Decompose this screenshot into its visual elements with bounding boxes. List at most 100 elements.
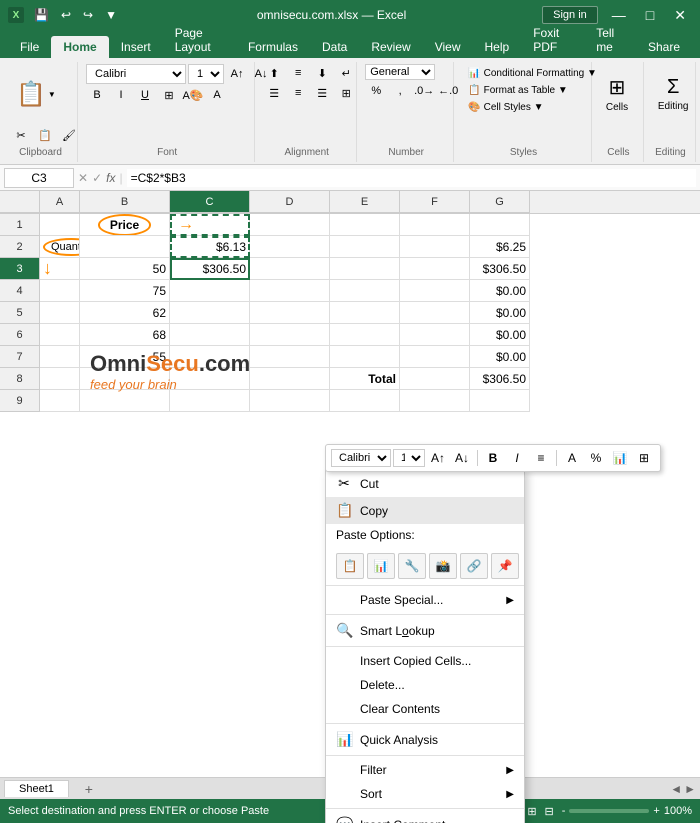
align-bottom-btn[interactable]: ⬇ bbox=[311, 64, 333, 82]
cut-button[interactable]: ✂ bbox=[10, 126, 32, 144]
cell-c6[interactable] bbox=[170, 324, 250, 346]
mt-font-color-btn[interactable]: A bbox=[561, 448, 583, 468]
mt-bold-btn[interactable]: B bbox=[482, 448, 504, 468]
cell-f4[interactable] bbox=[400, 280, 470, 302]
mt-align-btn[interactable]: ≡ bbox=[530, 448, 552, 468]
cell-d3[interactable] bbox=[250, 258, 330, 280]
cell-c3[interactable]: $306.50 bbox=[170, 258, 250, 280]
cell-d8[interactable] bbox=[250, 368, 330, 390]
align-center-btn[interactable]: ≡ bbox=[287, 84, 309, 102]
context-cut[interactable]: ✂ Cut bbox=[326, 470, 524, 497]
mt-font-select[interactable]: Calibri bbox=[331, 449, 391, 467]
fill-color-button[interactable]: A🎨 bbox=[182, 86, 204, 104]
row-header-3[interactable]: 3 bbox=[0, 258, 40, 280]
context-filter[interactable]: Filter ▶ bbox=[326, 758, 524, 782]
tab-tell-me[interactable]: Tell me bbox=[584, 22, 636, 58]
save-btn[interactable]: 💾 bbox=[30, 6, 53, 24]
bold-button[interactable]: B bbox=[86, 86, 108, 104]
cell-a5[interactable] bbox=[40, 302, 80, 324]
tab-share[interactable]: Share bbox=[636, 36, 692, 58]
cell-f1[interactable] bbox=[400, 214, 470, 236]
cell-e5[interactable] bbox=[330, 302, 400, 324]
paste-icon-5[interactable]: 🔗 bbox=[460, 553, 488, 579]
cell-d4[interactable] bbox=[250, 280, 330, 302]
cell-e3[interactable] bbox=[330, 258, 400, 280]
cell-b2[interactable] bbox=[80, 236, 170, 258]
cell-f2[interactable] bbox=[400, 236, 470, 258]
font-color-button[interactable]: A bbox=[206, 86, 228, 104]
cell-g1[interactable] bbox=[470, 214, 530, 236]
col-header-f[interactable]: F bbox=[400, 191, 470, 213]
cell-f5[interactable] bbox=[400, 302, 470, 324]
paste-button[interactable]: 📋 ▼ bbox=[10, 64, 62, 124]
row-header-1[interactable]: 1 bbox=[0, 214, 40, 236]
tab-review[interactable]: Review bbox=[359, 36, 422, 58]
align-middle-btn[interactable]: ≡ bbox=[287, 64, 309, 82]
cell-a4[interactable] bbox=[40, 280, 80, 302]
tab-foxit[interactable]: Foxit PDF bbox=[521, 22, 584, 58]
context-insert-copied[interactable]: Insert Copied Cells... bbox=[326, 649, 524, 673]
cell-b7[interactable]: 55 bbox=[80, 346, 170, 368]
cell-f9[interactable] bbox=[400, 390, 470, 412]
formula-bar-x[interactable]: ✕ bbox=[78, 171, 88, 185]
cell-g7[interactable]: $0.00 bbox=[470, 346, 530, 368]
zoom-slider[interactable] bbox=[569, 809, 649, 813]
align-right-btn[interactable]: ☰ bbox=[311, 84, 333, 102]
cell-e6[interactable] bbox=[330, 324, 400, 346]
dropdown-btn[interactable]: ▼ bbox=[101, 6, 121, 24]
cell-b8[interactable] bbox=[80, 368, 170, 390]
tab-page-layout[interactable]: Page Layout bbox=[163, 22, 236, 58]
paste-icon-4[interactable]: 📸 bbox=[429, 553, 457, 579]
font-size-select[interactable]: 11 bbox=[188, 64, 224, 84]
tab-help[interactable]: Help bbox=[473, 36, 522, 58]
paste-icon-2[interactable]: 📊 bbox=[367, 553, 395, 579]
cell-g3[interactable]: $306.50 bbox=[470, 258, 530, 280]
cell-d9[interactable] bbox=[250, 390, 330, 412]
context-delete[interactable]: Delete... bbox=[326, 673, 524, 697]
formula-bar-fx[interactable]: fx bbox=[106, 171, 115, 185]
col-header-d[interactable]: D bbox=[250, 191, 330, 213]
cell-d2[interactable] bbox=[250, 236, 330, 258]
cell-e2[interactable] bbox=[330, 236, 400, 258]
sheet-tab-1[interactable]: Sheet1 bbox=[4, 780, 69, 797]
comma-btn[interactable]: , bbox=[389, 82, 411, 100]
cell-b6[interactable]: 68 bbox=[80, 324, 170, 346]
view-layout-btn[interactable]: ⊞ bbox=[527, 805, 536, 818]
copy-button[interactable]: 📋 bbox=[34, 126, 56, 144]
cell-f8[interactable] bbox=[400, 368, 470, 390]
cell-d6[interactable] bbox=[250, 324, 330, 346]
context-quick-analysis[interactable]: 📊 Quick Analysis bbox=[326, 726, 524, 753]
cell-b3[interactable]: 50 bbox=[80, 258, 170, 280]
cell-f7[interactable] bbox=[400, 346, 470, 368]
cell-e8[interactable]: Total bbox=[330, 368, 400, 390]
col-header-b[interactable]: B bbox=[80, 191, 170, 213]
col-header-a[interactable]: A bbox=[40, 191, 80, 213]
editing-button[interactable]: Σ Editing bbox=[652, 64, 695, 124]
add-sheet-button[interactable]: + bbox=[79, 779, 99, 799]
format-as-table-btn[interactable]: 📋 Format as Table ▼ bbox=[462, 83, 603, 98]
context-insert-comment[interactable]: 💬 Insert Comment bbox=[326, 811, 524, 823]
number-format-select[interactable]: General bbox=[365, 64, 435, 80]
mt-chart-btn[interactable]: 📊 bbox=[609, 448, 631, 468]
row-header-7[interactable]: 7 bbox=[0, 346, 40, 368]
conditional-formatting-btn[interactable]: 📊 Conditional Formatting ▼ bbox=[462, 66, 603, 81]
undo-btn[interactable]: ↩ bbox=[57, 6, 75, 24]
mt-italic-btn[interactable]: I bbox=[506, 448, 528, 468]
scroll-right-btn[interactable]: ► bbox=[684, 782, 696, 796]
cell-f3[interactable] bbox=[400, 258, 470, 280]
cell-e1[interactable] bbox=[330, 214, 400, 236]
tab-data[interactable]: Data bbox=[310, 36, 359, 58]
col-header-g[interactable]: G bbox=[470, 191, 530, 213]
close-btn[interactable]: ✕ bbox=[668, 5, 692, 26]
context-paste-special[interactable]: Paste Special... ▶ bbox=[326, 588, 524, 612]
tab-view[interactable]: View bbox=[423, 36, 473, 58]
cell-g2[interactable]: $6.25 bbox=[470, 236, 530, 258]
redo-btn[interactable]: ↪ bbox=[79, 6, 97, 24]
cell-a3[interactable]: ↓ bbox=[40, 258, 80, 280]
merge-btn[interactable]: ⊞ bbox=[335, 84, 357, 102]
tab-home[interactable]: Home bbox=[51, 36, 108, 58]
formula-bar-check[interactable]: ✓ bbox=[92, 171, 102, 185]
row-header-6[interactable]: 6 bbox=[0, 324, 40, 346]
italic-button[interactable]: I bbox=[110, 86, 132, 104]
cell-c4[interactable] bbox=[170, 280, 250, 302]
